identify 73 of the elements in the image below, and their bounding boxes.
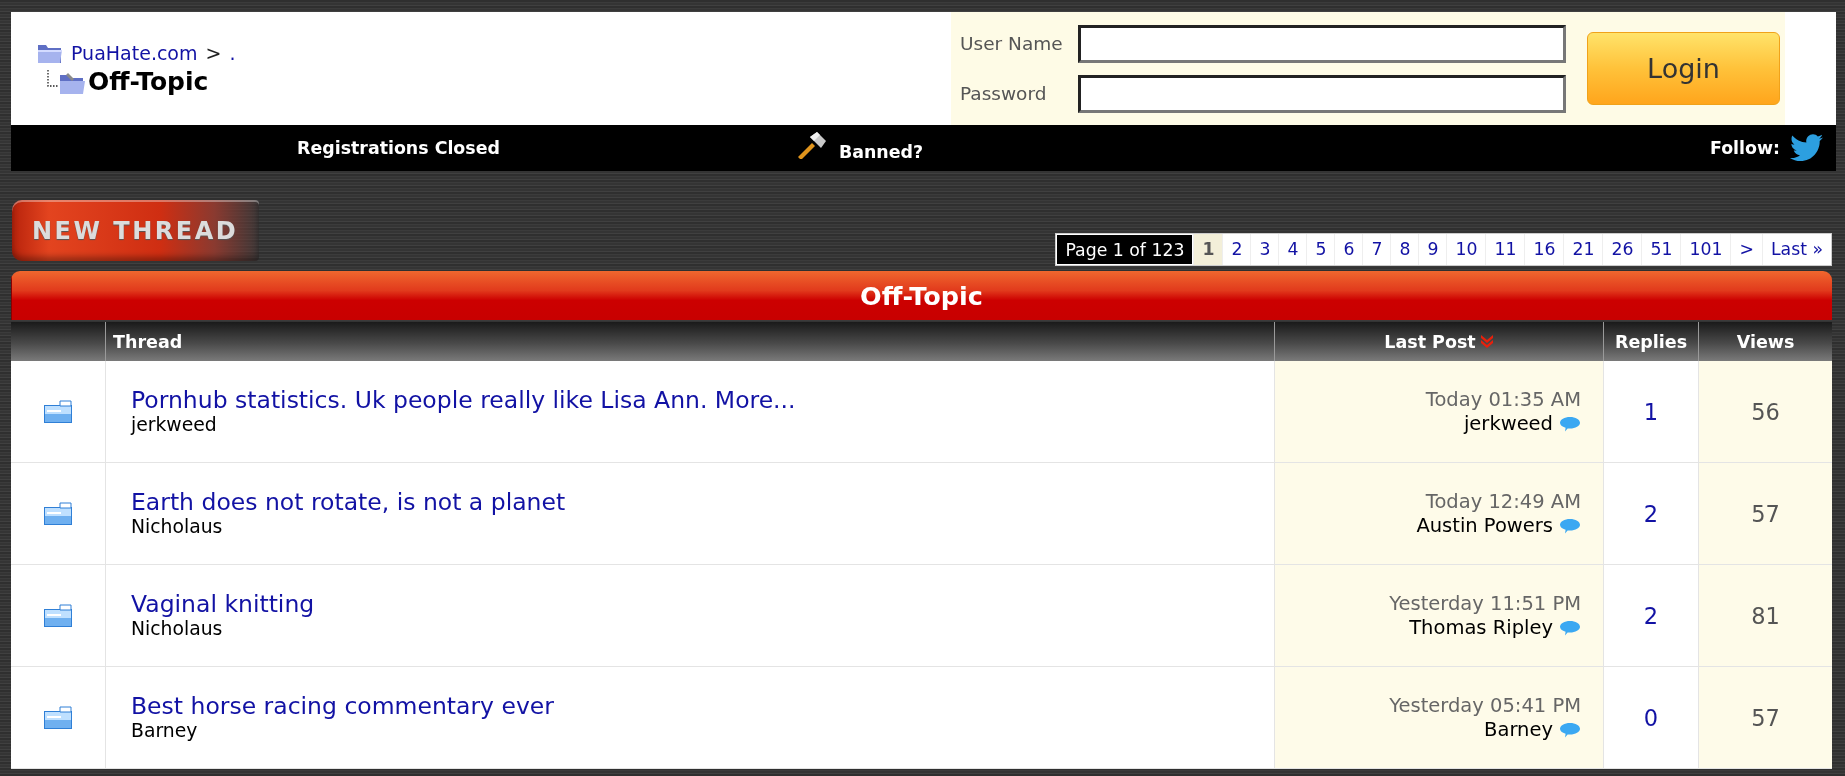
double-chevron-icon	[1479, 334, 1494, 349]
page-link[interactable]: 11	[1485, 234, 1525, 265]
thread-author-link[interactable]: Barney	[131, 720, 198, 742]
thread-title-link[interactable]: Best horse racing commentary ever	[131, 693, 554, 720]
column-header[interactable]: Views	[1736, 331, 1795, 352]
page-link[interactable]: 5	[1306, 234, 1335, 265]
registration-notice: Registrations Closed	[296, 138, 501, 158]
forum-name: Off-Topic	[88, 67, 209, 96]
page-link[interactable]: 2	[1222, 234, 1251, 265]
last-post-time: Yesterday 11:51 PM	[1389, 591, 1581, 616]
folder-icon	[42, 500, 74, 527]
input-field[interactable]	[1078, 24, 1566, 63]
last-poster-link[interactable]: Thomas Ripley	[1409, 615, 1553, 640]
bird-icon[interactable]	[1790, 134, 1824, 162]
thread-author-link[interactable]: jerkweed	[131, 414, 217, 436]
last-post-time: Today 12:49 AM	[1425, 489, 1581, 514]
page-link[interactable]: Last »	[1761, 234, 1831, 265]
page-link[interactable]: 9	[1418, 234, 1447, 265]
last-poster-link[interactable]: Austin Powers	[1416, 513, 1553, 538]
tree-folder-icon	[46, 70, 86, 96]
page-link[interactable]: 10	[1446, 234, 1486, 265]
page-link[interactable]: 101	[1680, 234, 1731, 265]
field-label: User Name	[960, 33, 1064, 54]
breadcrumb-separator: >	[205, 42, 222, 64]
input-field[interactable]	[1078, 74, 1566, 113]
follow-label: Follow:	[1710, 138, 1780, 158]
last-post-time: Yesterday 05:41 PM	[1389, 693, 1581, 718]
speech-bubble-icon[interactable]	[1559, 517, 1581, 534]
thread-title-link[interactable]: Pornhub statistics. Uk people really like Lisa Ann. More...	[131, 387, 796, 414]
banned-link[interactable]: Banned?	[795, 131, 924, 165]
page-link[interactable]: >	[1730, 234, 1762, 265]
column-header[interactable]: Last Post	[1384, 331, 1494, 352]
folder-icon	[42, 602, 74, 629]
column-header[interactable]: Replies	[1614, 331, 1688, 352]
page-link[interactable]: 26	[1602, 234, 1642, 265]
reply-count-link[interactable]: 2	[1643, 500, 1659, 527]
thread-author-link[interactable]: Nicholaus	[131, 516, 223, 538]
view-count: 56	[1751, 398, 1780, 425]
folder-icon	[42, 704, 74, 731]
page-link[interactable]: 1	[1193, 234, 1223, 265]
login-button[interactable]: Login	[1587, 32, 1780, 105]
page-link[interactable]: 16	[1524, 234, 1564, 265]
page-link[interactable]: 7	[1362, 234, 1391, 265]
view-count: 57	[1751, 500, 1780, 527]
field-label: Password	[960, 83, 1048, 104]
forum-title-bar: Off-Topic	[11, 271, 1832, 320]
speech-bubble-icon[interactable]	[1559, 721, 1581, 738]
speech-bubble-icon[interactable]	[1559, 415, 1581, 432]
site-link[interactable]: PuaHate.com	[71, 42, 198, 64]
reply-count-link[interactable]: 0	[1643, 704, 1659, 731]
folder-icon	[42, 398, 74, 425]
folder-icon	[37, 42, 63, 64]
page-summary: Page 1 of 123	[1056, 234, 1194, 265]
thread-title-link[interactable]: Vaginal knitting	[131, 591, 315, 618]
thread-title-link[interactable]: Earth does not rotate, is not a planet	[131, 489, 566, 516]
view-count: 81	[1751, 602, 1780, 629]
page-link[interactable]: 8	[1390, 234, 1419, 265]
page-link[interactable]: 3	[1250, 234, 1279, 265]
last-poster-link[interactable]: Barney	[1484, 717, 1553, 742]
breadcrumb-link[interactable]: .	[229, 42, 236, 64]
last-post-time: Today 01:35 AM	[1425, 387, 1581, 412]
page-link[interactable]: 51	[1641, 234, 1681, 265]
thread-author-link[interactable]: Nicholaus	[131, 618, 223, 640]
page-link[interactable]: 21	[1563, 234, 1603, 265]
view-count: 57	[1751, 704, 1780, 731]
page-link[interactable]: 4	[1278, 234, 1307, 265]
page-link[interactable]: 6	[1334, 234, 1363, 265]
column-header[interactable]: Thread	[113, 331, 183, 352]
reply-count-link[interactable]: 2	[1643, 602, 1659, 629]
last-poster-link[interactable]: jerkweed	[1463, 411, 1553, 436]
reply-count-link[interactable]: 1	[1643, 398, 1659, 425]
speech-bubble-icon[interactable]	[1559, 619, 1581, 636]
new-thread-button[interactable]: NEW THREAD	[12, 200, 259, 261]
